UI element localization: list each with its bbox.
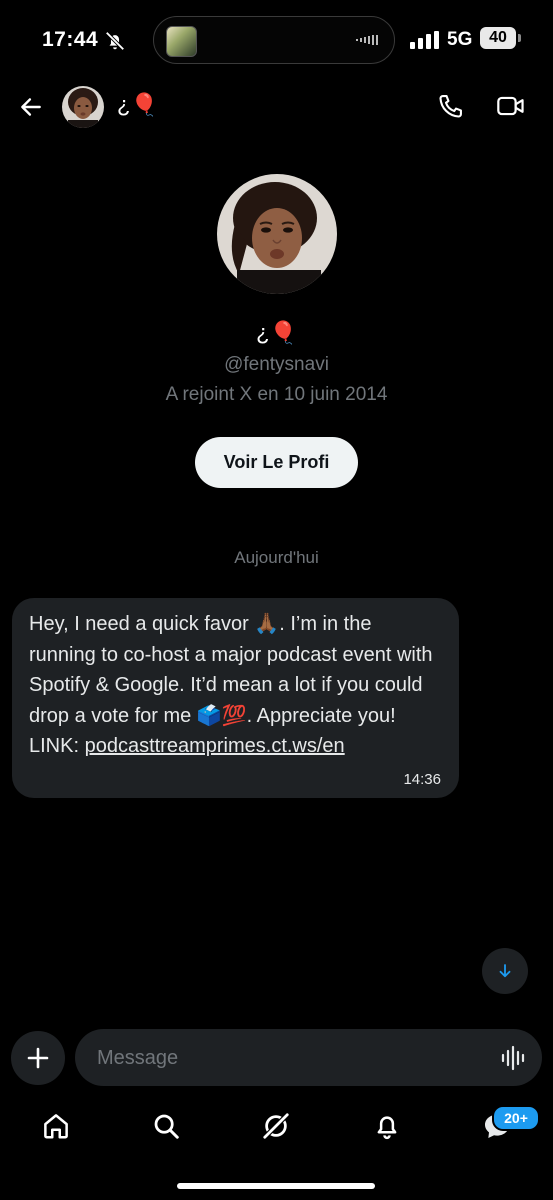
arrow-down-icon [499, 964, 511, 978]
signal-icon [410, 31, 440, 54]
dynamic-island[interactable] [153, 16, 395, 64]
call-button[interactable] [437, 92, 467, 122]
scroll-to-bottom-button[interactable] [482, 948, 528, 994]
plus-icon [27, 1047, 49, 1069]
contact-name[interactable]: ¿🎈 [117, 92, 158, 118]
profile-name: ¿🎈 [256, 320, 297, 345]
message-composer [75, 1029, 542, 1088]
nav-notifications[interactable] [369, 1108, 405, 1144]
phone-icon [439, 95, 462, 118]
voice-wave-icon [501, 1045, 525, 1071]
view-profile-button[interactable]: Voir Le Profi [195, 437, 358, 488]
message-input[interactable] [95, 1029, 489, 1088]
message-timestamp: 14:36 [403, 771, 441, 788]
messages-badge: 20+ [492, 1105, 540, 1131]
network-type: 5G [447, 29, 473, 50]
video-call-button[interactable] [496, 92, 530, 122]
message-link[interactable]: podcasttreamprimes.ct.ws/en [85, 735, 345, 757]
message-bubble[interactable]: Hey, I need a quick favor 🙏🏾. I’m in the… [12, 598, 459, 798]
search-icon [154, 1114, 179, 1139]
grok-icon [262, 1112, 290, 1140]
nav-search[interactable] [148, 1108, 184, 1144]
audio-wave-icon [356, 33, 380, 51]
back-button[interactable] [16, 92, 46, 122]
home-icon [44, 1114, 68, 1139]
contact-avatar[interactable] [62, 86, 104, 128]
home-indicator[interactable] [177, 1183, 375, 1189]
battery-level: 40 [480, 27, 516, 49]
message-text: Hey, I need a quick favor 🙏🏾. I’m in the… [29, 609, 442, 762]
bell-muted-icon [104, 30, 126, 57]
profile-avatar[interactable] [217, 174, 337, 294]
voice-message-button[interactable] [500, 1044, 528, 1072]
add-attachment-button[interactable] [11, 1031, 65, 1085]
profile-joined-date: A rejoint X en 10 juin 2014 [165, 384, 388, 405]
nav-grok[interactable] [258, 1108, 294, 1144]
nav-home[interactable] [38, 1108, 74, 1144]
profile-handle: @fentysnavi [224, 354, 329, 375]
status-time: 17:44 [42, 28, 99, 51]
notifications-icon [377, 1116, 397, 1140]
video-camera-icon [497, 96, 524, 116]
date-separator: Aujourd'hui [234, 548, 319, 567]
back-arrow-icon [21, 98, 41, 116]
now-playing-thumbnail [166, 26, 197, 57]
battery-tip [518, 34, 521, 42]
